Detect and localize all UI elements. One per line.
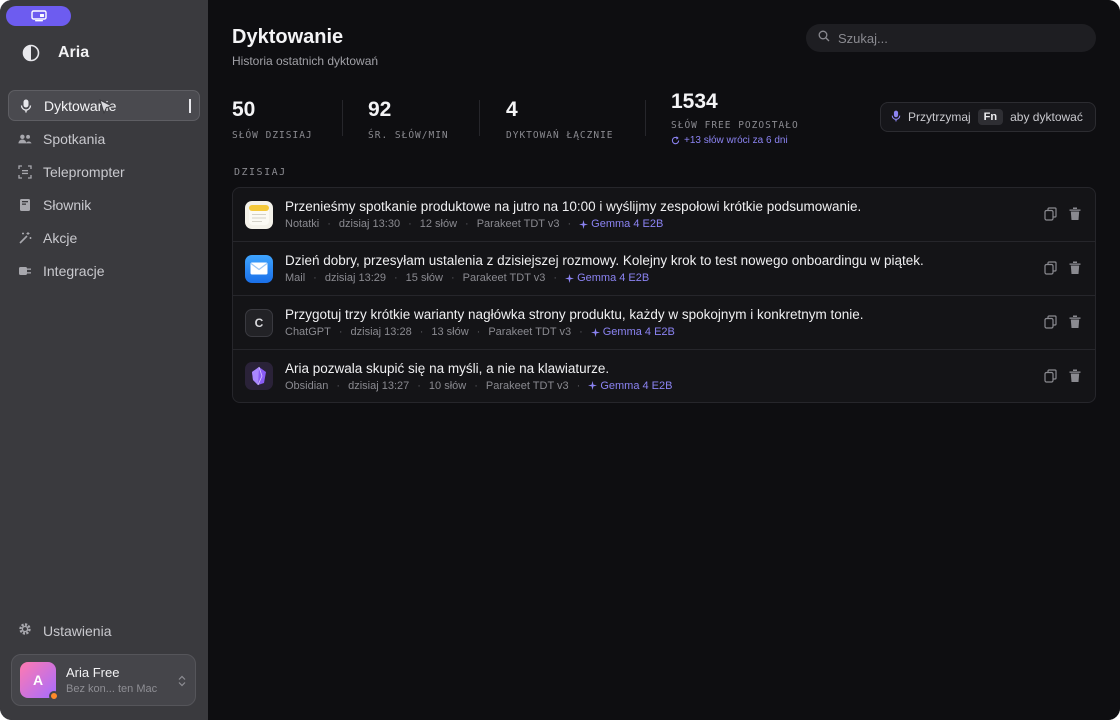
- search-icon: [818, 29, 830, 47]
- list-item[interactable]: Dzień dobry, przesyłam ustalenia z dzisi…: [233, 242, 1095, 296]
- copy-icon[interactable]: [1044, 261, 1057, 280]
- page-title: Dyktowanie: [232, 26, 344, 48]
- stat-value: 4: [506, 98, 518, 121]
- chatgpt-icon: C: [245, 308, 273, 337]
- copy-icon[interactable]: [1044, 315, 1057, 334]
- section-header: DZISIAJ: [234, 167, 287, 178]
- dictation-meta: Obsidian · dzisiaj 13:27 · 10 słów · Parake…: [285, 379, 673, 392]
- brand-name: Aria: [58, 44, 90, 61]
- sidebar-item-integracje[interactable]: Integracje: [8, 255, 200, 286]
- obsidian-icon: [245, 362, 273, 390]
- dictation-meta: ChatGPT · dzisiaj 13:28 · 13 słów · Parakee…: [285, 326, 675, 338]
- dictation-text: Aria pozwala skupić się na myśli, a nie …: [285, 360, 610, 376]
- copy-icon[interactable]: [1044, 207, 1057, 226]
- text-caret: [189, 99, 191, 113]
- stat-avg-wpm: 92 ŚR. SŁÓW/MIN: [368, 98, 449, 141]
- list-item[interactable]: Przenieśmy spotkanie produktowe na jutro…: [233, 188, 1095, 242]
- trash-icon[interactable]: [1069, 207, 1081, 226]
- sidebar-item-label: Spotkania: [43, 130, 106, 147]
- account-subtitle: Bez kon... ten Mac: [66, 683, 158, 695]
- sidebar-nav: Dyktowanie Spotkania Teleprompter Słowni…: [8, 90, 200, 288]
- window-mode-button[interactable]: [6, 6, 71, 26]
- microphone-icon: [19, 99, 33, 113]
- copy-icon[interactable]: [1044, 369, 1057, 388]
- sidebar-item-dyktowanie[interactable]: Dyktowanie: [8, 90, 200, 121]
- stat-words-today: 50 SŁÓW DZISIAJ: [232, 98, 313, 141]
- magic-wand-icon: [18, 231, 32, 245]
- sidebar-item-label: Integracje: [43, 262, 105, 279]
- plug-icon: [18, 264, 32, 278]
- trash-icon[interactable]: [1069, 369, 1081, 388]
- gear-icon: [18, 622, 32, 639]
- hold-to-dictate-hint: Przytrzymaj Fn aby dyktować: [880, 102, 1096, 132]
- status-dot: [49, 691, 59, 701]
- stat-value: 50: [232, 98, 256, 121]
- page-subtitle: Historia ostatnich dyktowań: [232, 54, 379, 68]
- sidebar-item-ustawienia[interactable]: Ustawienia: [18, 622, 111, 639]
- stat-label: SŁÓW FREE POZOSTAŁO: [671, 120, 799, 131]
- dictation-text: Dzień dobry, przesyłam ustalenia z dzisi…: [285, 253, 924, 268]
- sidebar-item-slownik[interactable]: Słownik: [8, 189, 200, 220]
- chevron-up-down-icon: [178, 674, 186, 692]
- app-window: Aria Dyktowanie Spotkania Teleprompter S…: [0, 0, 1120, 720]
- dictation-text: Przenieśmy spotkanie produktowe na jutro…: [285, 199, 862, 214]
- avatar: A: [20, 662, 59, 701]
- sidebar-item-akcje[interactable]: Akcje: [8, 222, 200, 253]
- mail-icon: [245, 254, 273, 283]
- trash-icon[interactable]: [1069, 261, 1081, 280]
- account-name: Aria Free: [66, 665, 120, 680]
- sparkle-icon: [590, 327, 600, 337]
- model-badge: Gemma 4 E2B: [565, 272, 649, 284]
- sparkle-icon: [565, 273, 575, 283]
- stat-label: ŚR. SŁÓW/MIN: [368, 130, 449, 141]
- model-badge: Gemma 4 E2B: [579, 218, 663, 230]
- sidebar-item-label: Akcje: [43, 229, 78, 246]
- trash-icon[interactable]: [1069, 315, 1081, 334]
- stat-note: +13 słów wróci za 6 dni: [671, 135, 799, 146]
- sidebar-item-teleprompter[interactable]: Teleprompter: [8, 156, 200, 187]
- stat-divider: [645, 100, 646, 136]
- dictation-meta: Mail · dzisiaj 13:29 · 15 słów · Parakeet T…: [285, 272, 650, 284]
- sidebar: Aria Dyktowanie Spotkania Teleprompter S…: [0, 0, 208, 720]
- dictation-text: Przygotuj trzy krótkie warianty nagłówka…: [285, 307, 864, 322]
- teleprompter-icon: [18, 164, 32, 179]
- notes-icon: [245, 200, 273, 229]
- sparkle-icon: [588, 381, 598, 390]
- search-box[interactable]: [806, 24, 1096, 52]
- stat-divider: [479, 100, 480, 136]
- stat-free-words: 1534 SŁÓW FREE POZOSTAŁO +13 słów wróci …: [671, 90, 799, 146]
- fn-key-badge: Fn: [977, 109, 1004, 125]
- sidebar-item-label: Słownik: [43, 196, 92, 213]
- list-item[interactable]: C Przygotuj trzy krótkie warianty nagłów…: [233, 296, 1095, 350]
- list-item[interactable]: Aria pozwala skupić się na myśli, a nie …: [233, 350, 1095, 402]
- sparkle-icon: [579, 219, 589, 229]
- brand: Aria: [22, 44, 89, 62]
- microphone-icon: [891, 110, 901, 125]
- monitor-icon: [30, 10, 47, 22]
- aria-logo-icon: [22, 44, 40, 62]
- dictation-list: Przenieśmy spotkanie produktowe na jutro…: [232, 187, 1096, 403]
- model-badge: Gemma 4 E2B: [590, 326, 675, 338]
- stat-label: SŁÓW DZISIAJ: [232, 130, 313, 141]
- stat-label: DYKTOWAŃ ŁĄCZNIE: [506, 130, 614, 141]
- refresh-icon: [671, 136, 680, 145]
- sidebar-item-label: Ustawienia: [43, 622, 112, 639]
- account-switcher[interactable]: A Aria Free Bez kon... ten Mac: [11, 654, 196, 706]
- sidebar-item-label: Teleprompter: [43, 163, 125, 180]
- book-icon: [18, 198, 32, 212]
- people-icon: [18, 132, 32, 146]
- stat-divider: [342, 100, 343, 136]
- search-input[interactable]: [838, 30, 1078, 46]
- sidebar-item-spotkania[interactable]: Spotkania: [8, 123, 200, 154]
- main-content: Dyktowanie Historia ostatnich dyktowań 5…: [208, 0, 1120, 720]
- mouse-cursor-icon: [99, 99, 114, 118]
- stat-value: 1534: [671, 90, 718, 113]
- dictation-meta: Notatki · dzisiaj 13:30 · 12 słów · Parakee…: [285, 218, 664, 230]
- model-badge: Gemma 4 E2B: [588, 380, 672, 392]
- stat-total-dictations: 4 DYKTOWAŃ ŁĄCZNIE: [506, 98, 614, 141]
- stat-value: 92: [368, 98, 392, 121]
